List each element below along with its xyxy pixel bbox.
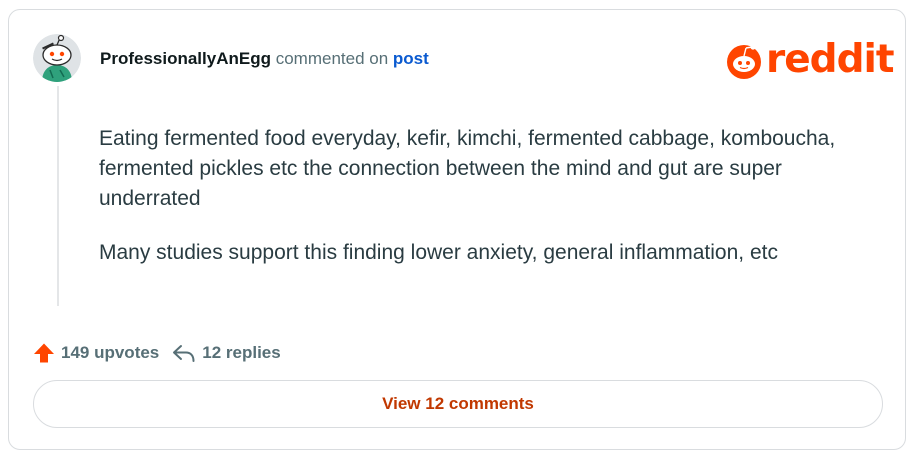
user-avatar[interactable]: [33, 34, 81, 82]
upvote-button[interactable]: 149 upvotes: [33, 342, 159, 364]
comment-header: ProfessionallyAnEgg commented on post: [100, 49, 429, 69]
snoo-avatar-icon: [33, 34, 81, 82]
view-comments-button[interactable]: View 12 comments: [33, 380, 883, 428]
post-link[interactable]: post: [393, 49, 429, 68]
commented-on-text: commented on: [270, 49, 393, 68]
replies-count: 12 replies: [202, 343, 281, 362]
reddit-wordmark: reddit: [766, 37, 895, 82]
reddit-logo[interactable]: reddit: [726, 37, 895, 82]
comment-paragraph: Eating fermented food everyday, kefir, k…: [99, 127, 836, 210]
view-comments-label: View 12 comments: [382, 394, 534, 413]
username-link[interactable]: ProfessionallyAnEgg: [100, 49, 271, 68]
upvote-arrow-icon: [34, 343, 54, 363]
upvotes-count: 149 upvotes: [61, 343, 160, 362]
comment-body: Eating fermented food everyday, kefir, k…: [99, 124, 859, 292]
thread-line: [57, 86, 59, 306]
comment-actions: 149 upvotes 12 replies: [33, 342, 281, 364]
replies-button[interactable]: 12 replies: [172, 342, 281, 364]
comment-paragraph: Many studies support this finding lower …: [99, 241, 778, 264]
reddit-snoo-icon: [727, 44, 761, 79]
reply-arrow-icon: [173, 345, 195, 362]
